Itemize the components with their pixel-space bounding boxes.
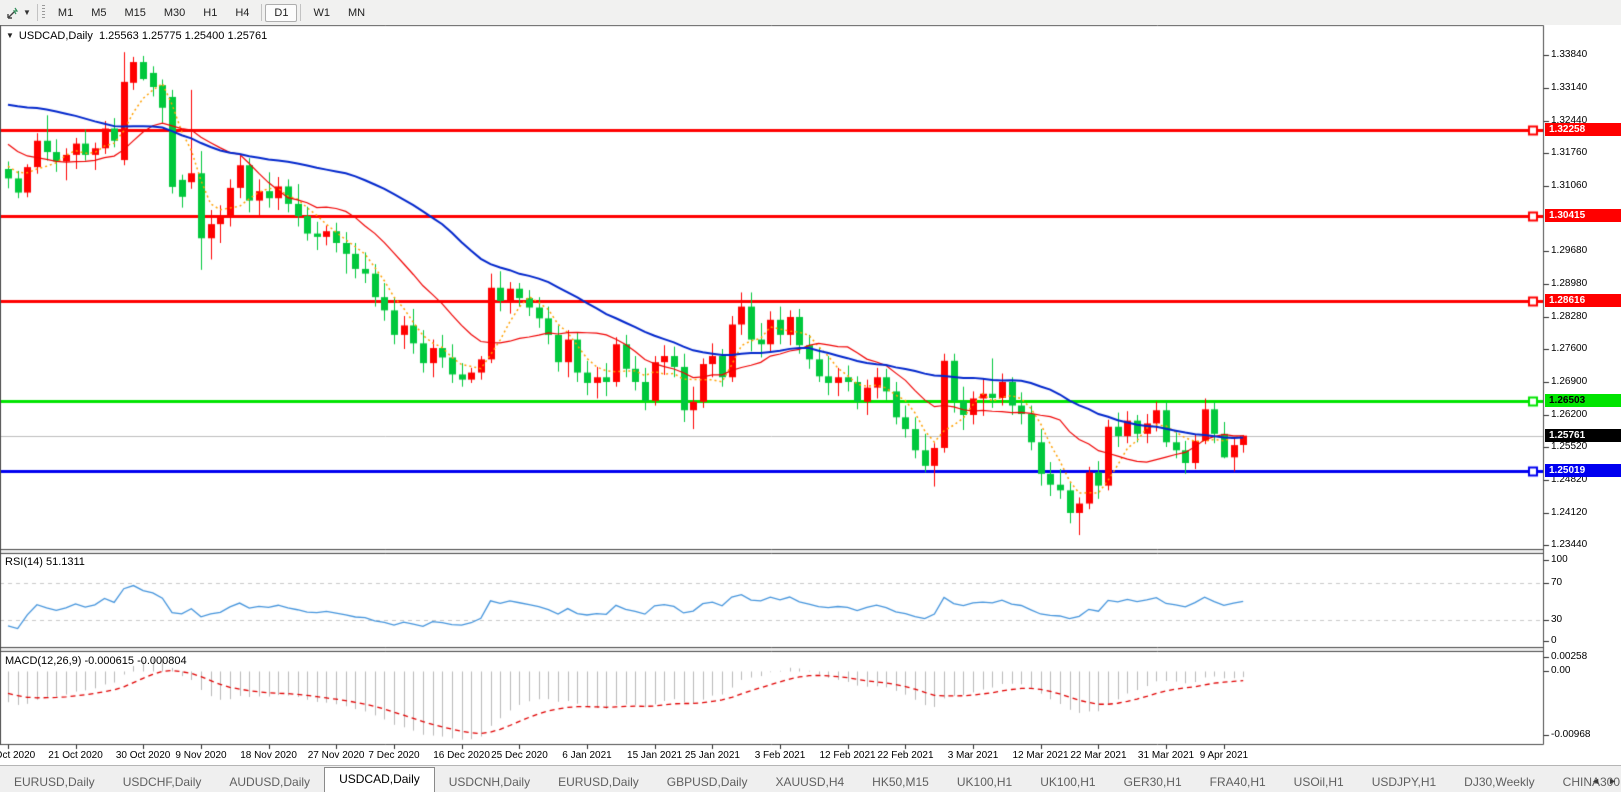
- timeframe-button-h1[interactable]: H1: [194, 4, 226, 22]
- timeframe-button-mn[interactable]: MN: [339, 4, 374, 22]
- chart-tab-eurusd-daily[interactable]: EURUSD,Daily: [544, 772, 653, 792]
- date-tick-label: 31 Mar 2021: [1138, 750, 1194, 761]
- price-tick-label: 1.33140: [1551, 82, 1587, 93]
- date-tick-label: 3 Mar 2021: [948, 750, 999, 761]
- price-tick-label: 1.27600: [1551, 343, 1587, 354]
- price-level-badge: 1.25019: [1545, 464, 1621, 477]
- rsi-level-label: 30: [1551, 614, 1562, 625]
- mt4-window: ▼ M1M5M15M30H1H4 D1 W1MN ▼ USDCAD,Daily 1.2…: [0, 0, 1621, 792]
- date-tick-label: 6 Jan 2021: [562, 750, 612, 761]
- date-tick-label: 21 Oct 2020: [48, 750, 102, 761]
- timeframe-button-h4[interactable]: H4: [226, 4, 258, 22]
- timeframe-button-m5[interactable]: M5: [82, 4, 115, 22]
- chart-tab-eurusd-daily[interactable]: EURUSD,Daily: [0, 772, 109, 792]
- macd-indicator-label: MACD(12,26,9) -0.000615 -0.000804: [5, 655, 187, 667]
- date-tick-label: 3 Feb 2021: [755, 750, 806, 761]
- rsi-level-label: 70: [1551, 577, 1562, 588]
- oneclick-trading-arrow-icon[interactable]: ▼: [6, 31, 14, 40]
- chart-tab-dj30-weekly[interactable]: DJ30,Weekly: [1450, 772, 1548, 792]
- chart-cursor-icon[interactable]: [4, 5, 22, 21]
- date-tick-label: 27 Nov 2020: [308, 750, 365, 761]
- toolbar-grip-handle[interactable]: [42, 5, 45, 20]
- tab-scroll-left-icon[interactable]: ◄: [1591, 776, 1600, 786]
- date-tick-label: 9 Apr 2021: [1200, 750, 1248, 761]
- timeframe-button-m1[interactable]: M1: [49, 4, 82, 22]
- date-tick-label: 12 Feb 2021: [819, 750, 875, 761]
- price-tick-label: 1.29680: [1551, 245, 1587, 256]
- chart-symbol-label: USDCAD,Daily: [19, 30, 93, 42]
- chart-tab-uk100-h1[interactable]: UK100,H1: [943, 772, 1026, 792]
- chart-tab-xauusd-h4[interactable]: XAUUSD,H4: [761, 772, 858, 792]
- chart-tab-audusd-daily[interactable]: AUDUSD,Daily: [215, 772, 324, 792]
- rsi-indicator-label: RSI(14) 51.1311: [5, 556, 85, 568]
- tab-scroll-buttons: ◄ ►: [1591, 776, 1617, 786]
- price-level-badge: 1.32258: [1545, 123, 1621, 136]
- price-tick-label: 1.23440: [1551, 539, 1587, 550]
- chart-title: ▼ USDCAD,Daily 1.25563 1.25775 1.25400 1.…: [6, 30, 267, 42]
- price-tick-label: 1.26200: [1551, 409, 1587, 420]
- date-tick-label: 18 Nov 2020: [240, 750, 297, 761]
- price-tick-label: 1.33840: [1551, 49, 1587, 60]
- timeframe-button-d1[interactable]: D1: [265, 4, 297, 22]
- chart-tab-usdcnh-daily[interactable]: USDCNH,Daily: [435, 772, 544, 792]
- tab-scroll-right-icon[interactable]: ►: [1608, 776, 1617, 786]
- price-tick-label: 1.24120: [1551, 507, 1587, 518]
- price-tick-label: 1.28980: [1551, 278, 1587, 289]
- price-tick-label: 1.28280: [1551, 311, 1587, 322]
- date-tick-label: 12 Mar 2021: [1012, 750, 1068, 761]
- date-tick-label: 30 Oct 2020: [116, 750, 170, 761]
- rsi-level-label: 100: [1551, 554, 1568, 565]
- date-tick-label: 22 Feb 2021: [877, 750, 933, 761]
- chart-ohlc-values: 1.25563 1.25775 1.25400 1.25761: [93, 30, 267, 42]
- date-tick-label: 12 Oct 2020: [0, 750, 35, 761]
- price-tick-label: 1.26900: [1551, 376, 1587, 387]
- date-tick-label: 15 Jan 2021: [627, 750, 682, 761]
- chart-tab-usdjpy-h1[interactable]: USDJPY,H1: [1358, 772, 1450, 792]
- price-tick-label: 1.31760: [1551, 147, 1587, 158]
- date-tick-label: 7 Dec 2020: [368, 750, 419, 761]
- chart-tab-usoil-h1[interactable]: USOil,H1: [1280, 772, 1358, 792]
- date-tick-label: 16 Dec 2020: [433, 750, 490, 761]
- date-tick-label: 25 Jan 2021: [685, 750, 740, 761]
- macd-level-label: 0.00258: [1551, 651, 1587, 662]
- date-tick-label: 22 Mar 2021: [1070, 750, 1126, 761]
- price-tick-label: 1.31060: [1551, 180, 1587, 191]
- toolbar-separator: [300, 4, 301, 21]
- chart-tab-usdchf-daily[interactable]: USDCHF,Daily: [109, 772, 216, 792]
- price-level-badge: 1.28616: [1545, 294, 1621, 307]
- price-level-badge: 1.25761: [1545, 429, 1621, 442]
- chart-tab-gbpusd-daily[interactable]: GBPUSD,Daily: [653, 772, 762, 792]
- rsi-level-label: 0: [1551, 635, 1557, 646]
- chart-tab-fra40-h1[interactable]: FRA40,H1: [1196, 772, 1280, 792]
- price-level-badge: 1.30415: [1545, 209, 1621, 222]
- price-level-badge: 1.26503: [1545, 394, 1621, 407]
- macd-level-label: 0.00: [1551, 665, 1570, 676]
- chart-tab-bar: EURUSD,DailyUSDCHF,DailyAUDUSD,DailyUSDC…: [0, 765, 1621, 792]
- chart-tab-usdcad-daily[interactable]: USDCAD,Daily: [324, 767, 435, 792]
- macd-level-label: -0.00968: [1551, 729, 1590, 740]
- price-tick-label: 1.25520: [1551, 441, 1587, 452]
- timeframe-toolbar: ▼ M1M5M15M30H1H4 D1 W1MN: [0, 0, 1621, 25]
- chart-tab-ger30-h1[interactable]: GER30,H1: [1110, 772, 1196, 792]
- date-tick-label: 25 Dec 2020: [491, 750, 548, 761]
- chart-tab-uk100-h1[interactable]: UK100,H1: [1026, 772, 1109, 792]
- timeframe-button-m15[interactable]: M15: [115, 4, 154, 22]
- toolbar-separator: [37, 4, 38, 21]
- chart-canvas[interactable]: [0, 0, 1621, 792]
- toolbar-separator: [261, 4, 262, 21]
- dropdown-caret-icon[interactable]: ▼: [23, 8, 31, 17]
- chart-tab-hk50-m15[interactable]: HK50,M15: [858, 772, 943, 792]
- timeframe-button-m30[interactable]: M30: [155, 4, 194, 22]
- date-tick-label: 9 Nov 2020: [175, 750, 226, 761]
- timeframe-button-w1[interactable]: W1: [304, 4, 339, 22]
